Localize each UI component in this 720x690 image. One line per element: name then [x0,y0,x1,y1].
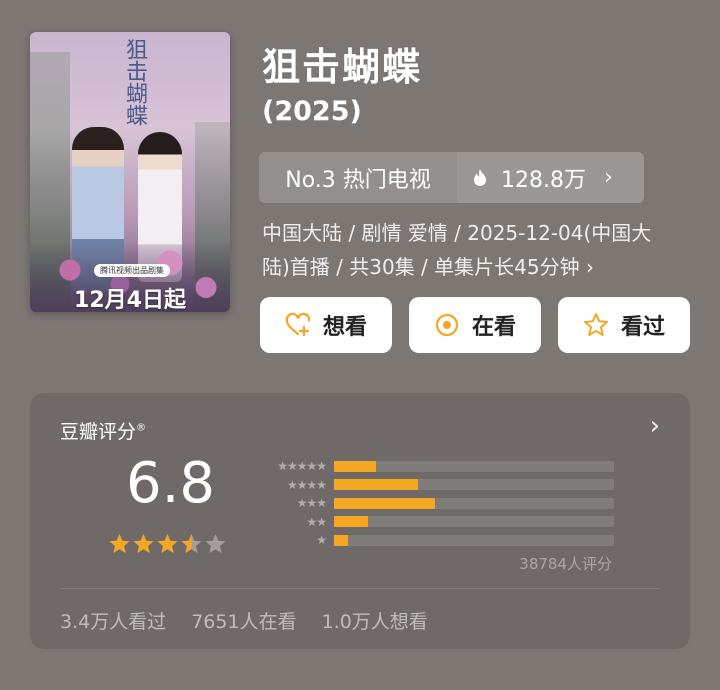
rating-count: 38784人评分 [519,555,612,573]
chevron-right-icon: › [603,165,613,190]
distribution-bar-track [334,479,614,491]
poster-image[interactable]: 狙击蝴蝶 腾讯视频出品剧集 12月4日起 [30,32,230,312]
stat-watching: 7651人在看 [191,611,297,633]
show-meta[interactable]: 中国大陆 / 剧情 爱情 / 2025-12-04(中国大 陆)首播 / 共30… [262,216,692,284]
distribution-star-label: ★★★★★ [277,459,327,474]
distribution-row: ★★ [250,513,614,532]
rating-distribution: ★★★★★ ★★★★ ★★★ ★★ ★ [250,457,614,550]
want-to-watch-button[interactable]: 想看 [260,297,392,353]
want-to-watch-label: 想看 [322,315,367,340]
distribution-bar-track [334,534,614,546]
rating-card-title: 豆瓣评分® [60,417,146,444]
distribution-row: ★★★★ [250,476,614,495]
distribution-bar-fill [334,534,348,546]
watch-stats: 3.4万人看过 7651人在看 1.0万人想看 [60,607,428,634]
star-icon [181,534,202,553]
watched-button[interactable]: 看过 [558,297,690,353]
heat-value: 128.8万 [501,167,586,193]
star-icon [133,534,154,553]
meta-line-2: 陆)首播 / 共30集 / 单集片长45分钟 › [262,255,594,279]
poster-date: 12月4日起 [74,288,186,312]
distribution-bar-fill [334,479,418,491]
distribution-star-label: ★★★ [296,496,327,511]
rank-pill[interactable]: No.3 热门电视 128.8万 › [259,152,644,203]
rank-label: No.3 热门电视 [285,167,431,193]
star-icon [205,534,226,553]
distribution-bar-track [334,460,614,472]
rating-stars [108,533,227,556]
distribution-bar-fill [334,497,435,509]
distribution-star-label: ★ [316,533,327,548]
divider [60,588,660,589]
heart-plus-icon [285,312,311,337]
distribution-bar-track [334,497,614,509]
registered-mark: ® [136,422,147,434]
show-title: 狙击蝴蝶 [262,45,423,89]
star-icon [109,534,130,553]
distribution-bar-track [334,516,614,528]
star-outline-icon [583,313,608,336]
rating-score: 6.8 [126,451,216,516]
watched-label: 看过 [620,315,665,340]
distribution-bar-fill [334,460,376,472]
flame-icon [474,168,486,186]
heat-section[interactable]: 128.8万 › [457,152,644,203]
target-circle-icon [435,313,459,337]
show-year: (2025) [262,96,362,127]
star-icon [157,534,178,553]
distribution-star-label: ★★★★ [286,477,327,492]
meta-line-1: 中国大陆 / 剧情 爱情 / 2025-12-04(中国大 [262,221,652,245]
chevron-right-icon[interactable]: › [650,411,660,441]
douban-rating-card[interactable]: 豆瓣评分® › 6.8 ★★★★★ ★★★★ ★★★ ★★ ★ 38784人评分 3.4… [30,393,690,649]
poster-badge: 腾讯视频出品剧集 [94,264,170,277]
watching-label: 在看 [471,315,516,340]
distribution-row: ★★★ [250,494,614,513]
distribution-row: ★ [250,531,614,550]
poster-title-art: 狙击蝴蝶 [122,38,147,126]
action-buttons: 想看 在看 看过 [260,297,690,353]
stat-want: 1.0万人想看 [321,611,428,633]
distribution-star-label: ★★ [306,514,327,529]
rating-title-text: 豆瓣评分 [60,421,137,443]
stat-watched: 3.4万人看过 [60,611,167,633]
distribution-bar-fill [334,516,368,528]
watching-button[interactable]: 在看 [409,297,541,353]
distribution-row: ★★★★★ [250,457,614,476]
